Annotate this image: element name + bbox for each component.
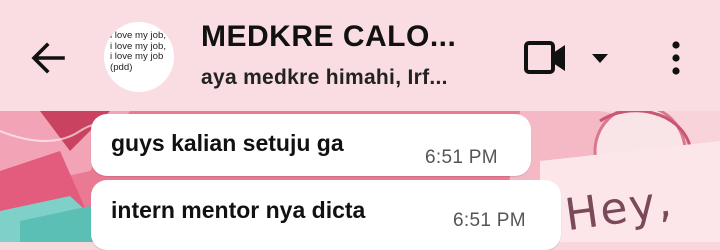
message-text: guys kalian setuju ga [111,130,344,156]
chat-title[interactable]: MEDKRE CALO... [201,20,456,54]
more-vertical-icon [672,41,680,75]
chat-members[interactable]: aya medkre himahi, Irf... [201,66,448,90]
group-avatar[interactable]: i love my job, i love my job, i love my … [104,22,174,92]
back-button[interactable] [20,30,76,86]
arrow-left-icon [31,42,65,74]
video-call-button[interactable] [524,36,614,80]
message-time: 6:51 PM [425,147,498,168]
message-text: intern mentor nya dicta [111,197,366,223]
message-bubble[interactable]: guys kalian setuju ga 6:51 PM [91,114,531,176]
message-bubble[interactable]: intern mentor nya dicta 6:51 PM [91,180,561,250]
chat-header: i love my job, i love my job, i love my … [0,0,720,111]
video-camera-icon [524,41,565,74]
more-options-button[interactable] [656,30,696,86]
caret-down-icon [592,54,608,63]
message-time: 6:51 PM [453,210,526,231]
avatar-caption: i love my job, i love my job, i love my … [110,30,166,73]
